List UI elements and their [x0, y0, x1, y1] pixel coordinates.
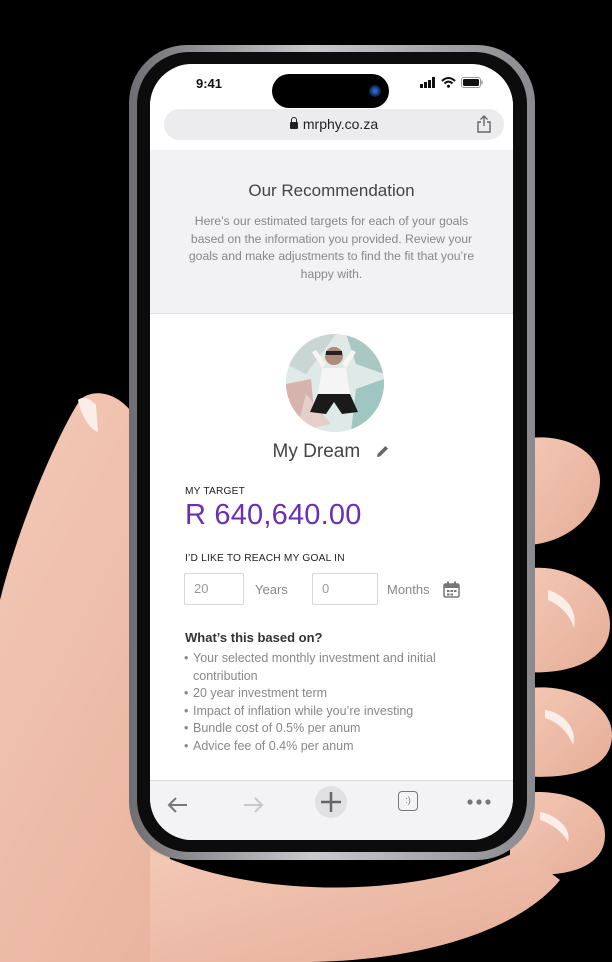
- goal-avatar[interactable]: [286, 334, 384, 432]
- dynamic-island: [272, 74, 389, 108]
- back-arrow-icon[interactable]: [166, 793, 190, 817]
- reach-goal-label: I’D LIKE TO REACH MY GOAL IN: [185, 553, 345, 564]
- based-on-list: Your selected monthly investment and ini…: [184, 650, 474, 756]
- signal-icon: [420, 77, 435, 88]
- status-time: 9:41: [196, 76, 223, 91]
- target-value: R 640,640.00: [185, 499, 362, 531]
- list-item: Impact of inflation while you’re investi…: [184, 703, 474, 721]
- url-container: mrphy.co.za: [164, 116, 504, 132]
- list-item: 20 year investment term: [184, 685, 474, 703]
- new-tab-plus-icon: [321, 792, 341, 812]
- calendar-icon[interactable]: [443, 581, 460, 598]
- phone-screen: 9:41 mrphy.co.za Our Recommendation Here…: [150, 64, 513, 840]
- wifi-icon: [441, 77, 456, 88]
- forward-arrow-icon[interactable]: [241, 793, 265, 817]
- years-input[interactable]: 20: [184, 573, 244, 605]
- edit-pencil-icon[interactable]: [375, 444, 390, 459]
- battery-icon: [461, 77, 483, 88]
- list-item: Your selected monthly investment and ini…: [184, 650, 474, 685]
- recommendation-title: Our Recommendation: [248, 181, 415, 200]
- camera-icon: [369, 85, 381, 97]
- status-icons: [420, 77, 483, 88]
- address-bar[interactable]: mrphy.co.za: [164, 109, 504, 140]
- list-item: Advice fee of 0.4% per anum: [184, 738, 474, 756]
- browser-toolbar: :): [150, 780, 513, 840]
- list-item: Bundle cost of 0.5% per anum: [184, 720, 474, 738]
- goal-name: My Dream: [272, 441, 361, 462]
- recommendation-description: Here’s our estimated targets for each of…: [188, 214, 475, 281]
- more-icon[interactable]: [466, 798, 492, 806]
- avatar-photo: [286, 334, 384, 432]
- lock-icon: [289, 117, 298, 129]
- status-bar: 9:41: [150, 64, 513, 108]
- recommendation-panel: Our Recommendation Here’s our estimated …: [150, 150, 513, 314]
- months-unit-label: Months: [387, 582, 430, 597]
- share-icon[interactable]: [476, 115, 492, 133]
- new-tab-button[interactable]: [315, 786, 347, 818]
- url-text: mrphy.co.za: [302, 116, 379, 132]
- years-unit-label: Years: [255, 582, 288, 597]
- target-label: MY TARGET: [185, 486, 246, 497]
- months-input[interactable]: 0: [312, 573, 378, 605]
- tabs-icon[interactable]: :): [398, 791, 418, 811]
- goal-name-row: My Dream: [150, 441, 513, 463]
- based-on-title: What’s this based on?: [185, 630, 323, 645]
